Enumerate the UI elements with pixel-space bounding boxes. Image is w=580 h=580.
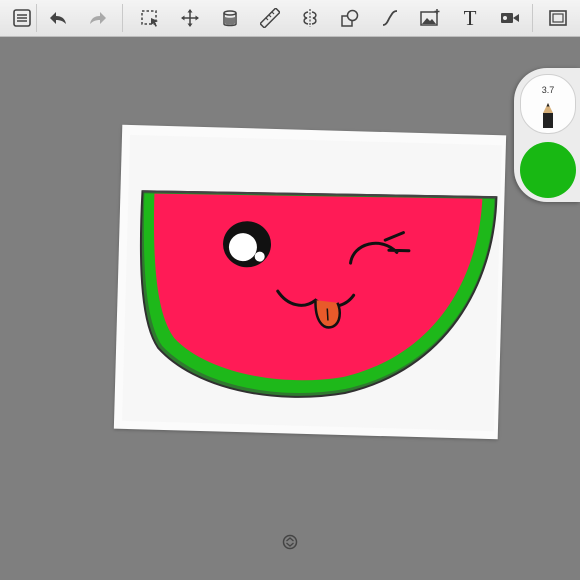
gallery-list-icon[interactable] xyxy=(8,4,36,32)
redo-icon[interactable] xyxy=(84,4,112,32)
shapes-icon[interactable] xyxy=(336,4,364,32)
brush-size-value: 3.7 xyxy=(541,85,555,95)
text-tool-icon[interactable]: T xyxy=(456,4,484,32)
symmetry-icon[interactable] xyxy=(296,4,324,32)
pencil-icon xyxy=(543,103,553,128)
video-record-icon[interactable] xyxy=(496,4,524,32)
ruler-icon[interactable] xyxy=(256,4,284,32)
import-image-icon[interactable] xyxy=(416,4,444,32)
current-color-swatch[interactable] xyxy=(520,142,576,198)
selection-icon[interactable] xyxy=(136,4,164,32)
toolbar: T xyxy=(0,0,580,37)
fill-bucket-icon[interactable] xyxy=(216,4,244,32)
transform-move-icon[interactable] xyxy=(176,4,204,32)
watermelon-drawing xyxy=(122,134,502,432)
curve-pen-icon[interactable] xyxy=(376,4,404,32)
canvas-artwork[interactable] xyxy=(113,124,507,440)
brush-panel: 3.7 xyxy=(514,68,580,202)
undo-icon[interactable] xyxy=(44,4,72,32)
fullscreen-icon[interactable] xyxy=(544,4,572,32)
brush-size-button[interactable]: 3.7 xyxy=(520,74,576,134)
layer-handle-icon[interactable] xyxy=(282,534,298,550)
